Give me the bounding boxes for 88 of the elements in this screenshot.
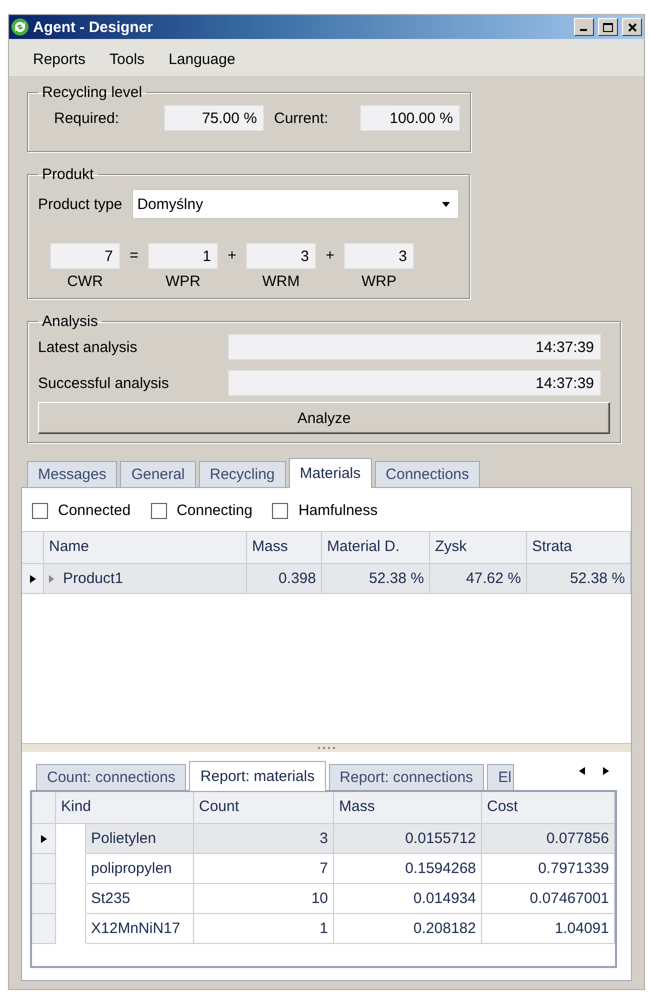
- filter-checkbox[interactable]: Hamfulness: [272, 502, 378, 519]
- maximize-icon: [603, 22, 613, 32]
- row-indicator[interactable]: [32, 824, 56, 854]
- field-label: CWR: [67, 273, 103, 290]
- tab[interactable]: Report: materials: [189, 761, 326, 791]
- group-title: Recycling level: [41, 84, 144, 101]
- row-header-corner: [32, 792, 56, 824]
- column-header[interactable]: Mass: [247, 532, 322, 564]
- table-cell: 0.208182: [334, 914, 482, 944]
- table-cell: 7: [194, 854, 334, 884]
- table-cell: 0.014934: [334, 884, 482, 914]
- tab[interactable]: Materials: [288, 458, 372, 488]
- column-header[interactable]: Strata: [527, 532, 631, 564]
- column-header[interactable]: Mass: [334, 792, 482, 824]
- menu-item[interactable]: Language: [168, 51, 236, 68]
- field-label: WRM: [262, 273, 300, 290]
- readonly-field: 14:37:39: [228, 334, 601, 360]
- readonly-field: 100.00 %: [360, 105, 460, 131]
- scroll-right-icon: [603, 767, 609, 775]
- field-label: WPR: [166, 273, 200, 290]
- table-cell: 0.1594268: [334, 854, 482, 884]
- recycle-logo-icon: [11, 18, 29, 36]
- column-header[interactable]: Kind: [56, 792, 194, 824]
- analyze-button[interactable]: Analyze: [38, 402, 610, 434]
- column-header[interactable]: Count: [194, 792, 334, 824]
- table-cell: X12MnNiN17: [86, 914, 194, 944]
- close-icon: [628, 22, 636, 32]
- tab[interactable]: Recycling: [198, 461, 286, 487]
- group-title: Produkt: [41, 166, 95, 183]
- readonly-field: 75.00 %: [164, 105, 264, 131]
- table-cell: 1.04091: [482, 914, 615, 944]
- table-cell: 52.38 %: [527, 564, 631, 594]
- field-label: Successful analysis: [38, 374, 170, 392]
- row-indicator[interactable]: [22, 564, 44, 594]
- table-cell: 0.0155712: [334, 824, 482, 854]
- group-title: Analysis: [41, 313, 99, 330]
- column-header[interactable]: Name: [44, 532, 247, 564]
- readonly-field: 7: [50, 243, 120, 269]
- table-cell: 0.077856: [482, 824, 615, 854]
- splitter-handle[interactable]: [22, 743, 631, 752]
- expand-arrow-icon: [49, 574, 55, 582]
- table-cell: 1: [194, 914, 334, 944]
- field-label: Product type: [38, 196, 122, 212]
- table-cell: 0.7971339: [482, 854, 615, 884]
- field-label: Current:: [274, 110, 330, 126]
- filter-checkbox[interactable]: Connected: [32, 502, 131, 519]
- table-cell: 47.62 %: [430, 564, 527, 594]
- table-cell: Product1: [44, 564, 247, 594]
- operator-sign: +: [324, 247, 336, 264]
- table-cell: 10: [194, 884, 334, 914]
- readonly-field: 3: [246, 243, 316, 269]
- table-cell: 3: [194, 824, 334, 854]
- current-row-arrow-icon: [30, 574, 36, 582]
- table-cell: St235: [86, 884, 194, 914]
- column-header[interactable]: Cost: [482, 792, 615, 824]
- window-title: Agent - Designer: [33, 18, 154, 36]
- table-cell: polipropylen: [86, 854, 194, 884]
- field-label: WRP: [362, 273, 396, 290]
- readonly-field: 3: [344, 243, 414, 269]
- tab[interactable]: Messages: [27, 461, 118, 487]
- table-cell: 0.07467001: [482, 884, 615, 914]
- table-cell: Polietylen: [86, 824, 194, 854]
- expand-toggle[interactable]: [49, 574, 55, 582]
- menu-item[interactable]: Reports: [33, 51, 86, 68]
- scroll-left-icon: [579, 767, 585, 775]
- current-row-arrow-icon: [40, 834, 46, 842]
- table-cell: 52.38 %: [322, 564, 430, 594]
- tab[interactable]: Report: connections: [328, 764, 484, 790]
- tab[interactable]: Connections: [374, 461, 480, 487]
- column-header[interactable]: Material D.: [322, 532, 430, 564]
- operator-sign: +: [226, 247, 238, 264]
- tab[interactable]: Count: connections: [36, 764, 186, 790]
- minimize-button[interactable]: [574, 18, 594, 36]
- filter-checkbox[interactable]: Connecting: [150, 502, 252, 519]
- column-header[interactable]: Zysk: [430, 532, 527, 564]
- product-type-dropdown[interactable]: Domyślny: [132, 189, 459, 219]
- tab[interactable]: El: [487, 764, 514, 790]
- menu-item[interactable]: Tools: [110, 51, 145, 68]
- readonly-field: 14:37:39: [228, 370, 601, 396]
- dropdown-arrow-icon: [442, 202, 450, 206]
- field-label: Required:: [54, 110, 120, 126]
- close-button[interactable]: [622, 18, 642, 36]
- tab[interactable]: General: [120, 461, 196, 487]
- readonly-field: 1: [148, 243, 218, 269]
- field-label: Latest analysis: [38, 338, 138, 356]
- maximize-button[interactable]: [598, 18, 618, 36]
- table-cell: 0.398: [247, 564, 322, 594]
- operator-sign: =: [128, 247, 140, 264]
